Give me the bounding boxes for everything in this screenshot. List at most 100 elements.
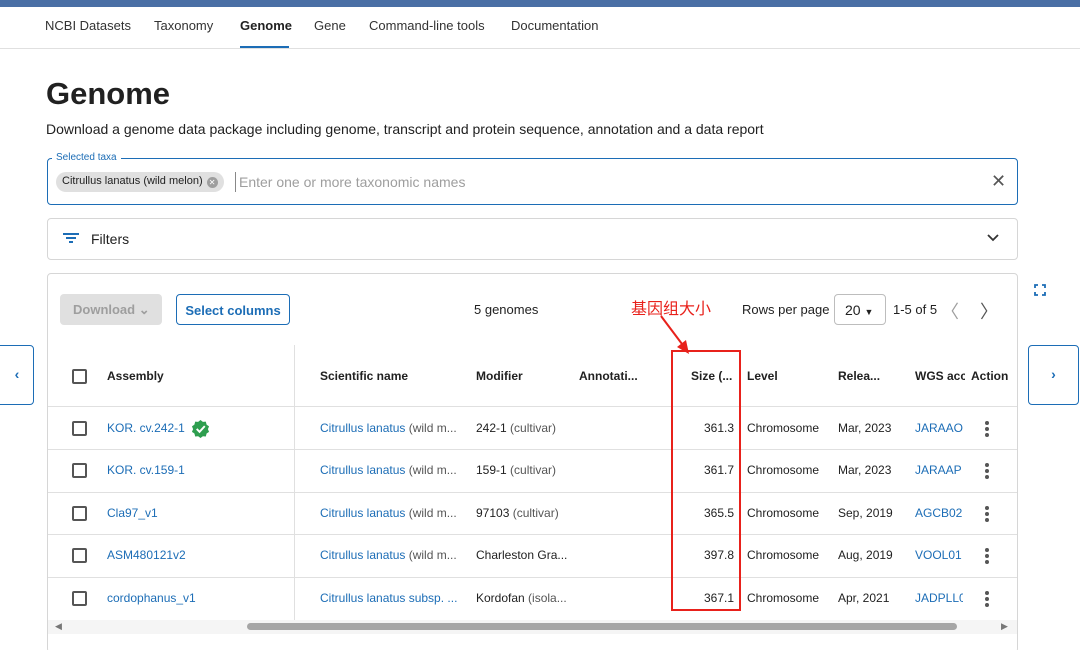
scientific-name-link[interactable]: Citrullus lanatus — [320, 548, 405, 562]
row-checkbox[interactable] — [72, 463, 87, 478]
wgs-accession-link[interactable]: JADPLL0 — [915, 591, 963, 605]
more-vert-icon[interactable] — [985, 548, 989, 566]
modifier: Kordofan (isola... — [476, 591, 567, 605]
col-action: Action — [971, 369, 1009, 383]
wgs-accession-link[interactable]: JARAAP — [915, 463, 963, 477]
col-wgs-accession[interactable]: WGS acc — [915, 369, 965, 383]
scroll-right-button[interactable]: › — [1028, 345, 1079, 405]
release-date: Mar, 2023 — [838, 463, 892, 477]
scrollbar-thumb[interactable] — [247, 623, 957, 630]
col-release[interactable]: Relea... — [838, 369, 880, 383]
assembly-level: Chromosome — [747, 421, 820, 435]
row-checkbox[interactable] — [72, 506, 87, 521]
size-column-highlight — [671, 350, 741, 611]
close-icon[interactable]: ✕ — [991, 171, 1006, 192]
verified-check-icon — [191, 419, 210, 438]
download-label: Download — [73, 302, 136, 317]
nav-documentation[interactable]: Documentation — [511, 18, 598, 33]
modifier-type: (cultivar) — [506, 421, 557, 435]
col-scientific-name[interactable]: Scientific name — [320, 369, 408, 383]
scientific-name: Citrullus lanatus subsp. ... — [320, 591, 457, 605]
scroll-left-arrow-icon[interactable]: ◀ — [55, 621, 62, 632]
assembly-link[interactable]: cordophanus_v1 — [107, 591, 196, 605]
more-vert-icon[interactable] — [985, 421, 989, 439]
release-date: Aug, 2019 — [838, 548, 893, 562]
row-checkbox[interactable] — [72, 421, 87, 436]
assembly-link[interactable]: KOR. cv.242-1 — [107, 421, 185, 435]
genome-count: 5 genomes — [474, 302, 539, 317]
taxa-search-input[interactable] — [235, 172, 935, 192]
row-checkbox[interactable] — [72, 548, 87, 563]
scientific-name: Citrullus lanatus (wild m... — [320, 463, 457, 477]
more-vert-icon[interactable] — [985, 591, 989, 609]
rows-per-page-select[interactable]: 20 ▼ — [834, 294, 886, 325]
release-date: Mar, 2023 — [838, 421, 892, 435]
row-divider — [48, 492, 1017, 493]
assembly-link[interactable]: Cla97_v1 — [107, 506, 158, 520]
top-accent-bar — [0, 0, 1080, 7]
scientific-name-common: (wild m... — [405, 421, 457, 435]
nav-gene[interactable]: Gene — [314, 18, 346, 33]
modifier-type: (cultivar) — [509, 506, 559, 520]
page-subtitle: Download a genome data package including… — [46, 121, 764, 137]
chevron-left-icon[interactable]: 〈 — [941, 298, 959, 324]
modifier: 159-1 (cultivar) — [476, 463, 556, 477]
top-nav: NCBI Datasets Taxonomy Genome Gene Comma… — [0, 7, 1080, 49]
taxon-chip[interactable]: Citrullus lanatus (wild melon) ✕ — [56, 172, 224, 192]
active-tab-indicator — [240, 46, 289, 48]
release-date: Apr, 2021 — [838, 591, 890, 605]
chevron-right-icon[interactable]: 〉 — [980, 298, 998, 324]
modifier-value: Charleston Gra... — [476, 548, 568, 562]
scientific-name-link[interactable]: Citrullus lanatus — [320, 463, 405, 477]
scientific-name: Citrullus lanatus (wild m... — [320, 506, 457, 520]
scientific-name-link[interactable]: Citrullus lanatus — [320, 421, 405, 435]
chevron-down-icon[interactable] — [987, 234, 999, 242]
scientific-name-link[interactable]: Citrullus lanatus subsp. ... — [320, 591, 457, 605]
scroll-left-button[interactable]: ‹ — [0, 345, 34, 405]
more-vert-icon[interactable] — [985, 463, 989, 481]
modifier-value: 159-1 — [476, 463, 507, 477]
scientific-name: Citrullus lanatus (wild m... — [320, 421, 457, 435]
col-modifier[interactable]: Modifier — [476, 369, 523, 383]
filters-panel[interactable] — [47, 218, 1018, 260]
download-button[interactable]: Download ⌄ — [60, 294, 162, 325]
release-date: Sep, 2019 — [838, 506, 893, 520]
wgs-accession-link[interactable]: AGCB02 — [915, 506, 963, 520]
col-level[interactable]: Level — [747, 369, 778, 383]
scroll-right-arrow-icon[interactable]: ▶ — [1001, 621, 1008, 632]
assembly-link[interactable]: ASM480121v2 — [107, 548, 186, 562]
select-columns-button[interactable]: Select columns — [176, 294, 290, 325]
page-title: Genome — [46, 76, 171, 111]
wgs-accession-link[interactable]: JARAAO — [915, 421, 963, 435]
filters-label: Filters — [91, 231, 130, 247]
modifier-value: Kordofan — [476, 591, 525, 605]
fullscreen-icon[interactable] — [1034, 284, 1046, 296]
row-divider — [48, 577, 1017, 578]
modifier: Charleston Gra... — [476, 548, 567, 562]
scientific-name-common: (wild m... — [405, 548, 457, 562]
filter-icon — [63, 233, 79, 243]
modifier-value: 97103 — [476, 506, 510, 520]
col-assembly[interactable]: Assembly — [107, 369, 164, 383]
row-checkbox[interactable] — [72, 591, 87, 606]
more-vert-icon[interactable] — [985, 506, 989, 524]
taxa-field-label: Selected taxa — [52, 152, 121, 163]
column-divider — [294, 345, 295, 620]
nav-genome[interactable]: Genome — [240, 18, 292, 33]
wgs-accession-link[interactable]: VOOL01 — [915, 548, 963, 562]
nav-command-line-tools[interactable]: Command-line tools — [369, 18, 485, 33]
nav-taxonomy[interactable]: Taxonomy — [154, 18, 213, 33]
assembly-level: Chromosome — [747, 463, 820, 477]
rows-per-page-value: 20 — [845, 302, 861, 318]
pagination-info: 1-5 of 5 — [893, 302, 938, 317]
scientific-name-link[interactable]: Citrullus lanatus — [320, 506, 405, 520]
assembly-link[interactable]: KOR. cv.159-1 — [107, 463, 185, 477]
col-annotation[interactable]: Annotati... — [579, 369, 638, 383]
scientific-name-common: (wild m... — [405, 506, 457, 520]
chip-remove-icon[interactable]: ✕ — [206, 177, 218, 188]
modifier: 242-1 (cultivar) — [476, 421, 556, 435]
row-divider — [48, 406, 1017, 407]
nav-ncbi-datasets[interactable]: NCBI Datasets — [45, 18, 131, 33]
scientific-name-common: (wild m... — [405, 463, 457, 477]
select-all-checkbox[interactable] — [72, 369, 87, 384]
